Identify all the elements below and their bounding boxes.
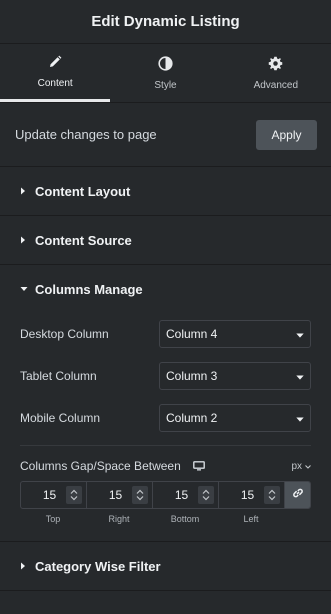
tab-advanced[interactable]: Advanced: [221, 44, 331, 102]
panel-header: Edit Dynamic Listing: [0, 0, 331, 44]
tab-style[interactable]: Style: [110, 44, 220, 102]
spinner-icon[interactable]: [264, 486, 280, 504]
tab-advanced-label: Advanced: [253, 79, 299, 91]
mobile-column-select[interactable]: Column 2: [159, 404, 311, 432]
columns-gap-header: Columns Gap/Space Between px: [20, 451, 311, 481]
tablet-column-label: Tablet Column: [20, 369, 97, 383]
section-title: Category Wise Filter: [35, 558, 161, 574]
desktop-column-value: Column 4: [166, 327, 218, 341]
columns-gap-label: Columns Gap/Space Between: [20, 459, 181, 473]
unit-selector[interactable]: px: [291, 461, 311, 472]
gap-right-label: Right: [108, 514, 130, 524]
page-title: Edit Dynamic Listing: [91, 13, 240, 30]
chevron-down-icon: [296, 325, 304, 343]
gap-left-field[interactable]: 15: [219, 482, 285, 508]
tab-content[interactable]: Content: [0, 44, 111, 102]
caret-right-icon: [20, 186, 29, 196]
tablet-column-select[interactable]: Column 3: [159, 362, 311, 390]
divider: [20, 445, 311, 446]
half-circle-icon: [157, 56, 173, 72]
update-changes-row: Update changes to page Apply: [0, 103, 331, 167]
gap-top-field[interactable]: 15: [21, 482, 87, 508]
gap-right-value: 15: [108, 488, 123, 502]
tablet-column-value: Column 3: [166, 369, 218, 383]
update-changes-text: Update changes to page: [15, 127, 157, 142]
gap-bottom-field[interactable]: 15: [153, 482, 219, 508]
mobile-column-value: Column 2: [166, 411, 218, 425]
gap-bottom-value: 15: [174, 488, 189, 502]
chevron-down-icon: [305, 461, 311, 472]
chevron-down-icon: [296, 367, 304, 385]
mobile-column-row: Mobile Column Column 2: [20, 397, 311, 439]
section-content-source: Content Source: [0, 216, 331, 265]
section-title: Content Source: [35, 232, 132, 248]
caret-down-icon: [20, 284, 29, 294]
section-content-source-header[interactable]: Content Source: [0, 216, 331, 264]
gap-dimension-labels: Top Right Bottom Left: [20, 514, 311, 524]
desktop-monitor-icon[interactable]: [192, 461, 205, 471]
mobile-column-label: Mobile Column: [20, 411, 101, 425]
section-category-filter: Category Wise Filter: [0, 542, 331, 591]
caret-right-icon: [20, 561, 29, 571]
section-content-layout: Content Layout: [0, 167, 331, 216]
section-category-filter-header[interactable]: Category Wise Filter: [0, 542, 331, 590]
gap-bottom-label: Bottom: [170, 514, 200, 524]
gap-dimensions-control: 15 15 15 15: [20, 481, 311, 509]
spinner-icon[interactable]: [198, 486, 214, 504]
tablet-column-row: Tablet Column Column 3: [20, 355, 311, 397]
gap-top-label: Top: [45, 514, 61, 524]
section-content-layout-header[interactable]: Content Layout: [0, 167, 331, 215]
tab-content-label: Content: [37, 78, 73, 89]
columns-manage-body: Desktop Column Column 4 Tablet Column Co…: [0, 313, 331, 541]
tab-bar: Content Style Advanced: [0, 44, 331, 103]
chevron-down-icon: [296, 409, 304, 427]
section-title: Columns Manage: [35, 281, 143, 297]
section-columns-manage: Columns Manage Desktop Column Column 4 T…: [0, 265, 331, 542]
caret-right-icon: [20, 235, 29, 245]
gap-left-value: 15: [240, 488, 255, 502]
pencil-icon: [47, 54, 63, 70]
gap-right-field[interactable]: 15: [87, 482, 153, 508]
unit-label: px: [291, 460, 302, 472]
spinner-icon[interactable]: [132, 486, 148, 504]
desktop-column-label: Desktop Column: [20, 327, 109, 341]
desktop-column-select[interactable]: Column 4: [159, 320, 311, 348]
apply-button[interactable]: Apply: [256, 119, 317, 150]
gear-icon: [268, 56, 284, 72]
spinner-icon[interactable]: [66, 486, 82, 504]
link-values-button[interactable]: [285, 482, 310, 508]
tab-style-label: Style: [154, 79, 177, 91]
section-columns-manage-header[interactable]: Columns Manage: [0, 265, 331, 313]
desktop-column-row: Desktop Column Column 4: [20, 313, 311, 355]
section-title: Content Layout: [35, 183, 131, 199]
gap-left-label: Left: [243, 514, 259, 524]
link-icon: [292, 486, 304, 504]
gap-top-value: 15: [42, 488, 57, 502]
